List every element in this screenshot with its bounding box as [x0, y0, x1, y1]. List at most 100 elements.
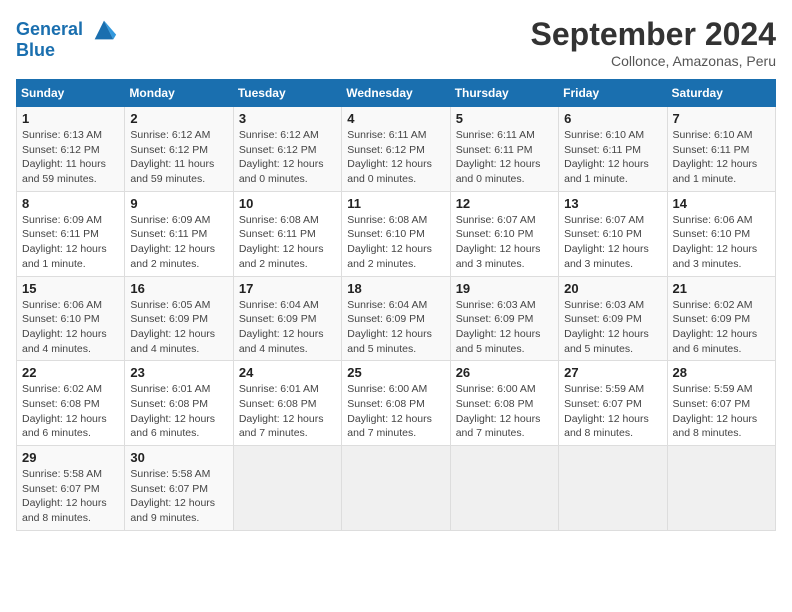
calendar-cell: 19 Sunrise: 6:03 AM Sunset: 6:09 PM Dayli…: [450, 276, 558, 361]
weekday-header-monday: Monday: [125, 80, 233, 107]
calendar-week-2: 8 Sunrise: 6:09 AM Sunset: 6:11 PM Daylig…: [17, 191, 776, 276]
day-info: Sunrise: 6:04 AM Sunset: 6:09 PM Dayligh…: [347, 298, 444, 357]
day-info: Sunrise: 6:07 AM Sunset: 6:10 PM Dayligh…: [456, 213, 553, 272]
day-info: Sunrise: 5:59 AM Sunset: 6:07 PM Dayligh…: [564, 382, 661, 441]
calendar-cell: 8 Sunrise: 6:09 AM Sunset: 6:11 PM Daylig…: [17, 191, 125, 276]
calendar-cell: 21 Sunrise: 6:02 AM Sunset: 6:09 PM Dayli…: [667, 276, 775, 361]
day-info: Sunrise: 6:08 AM Sunset: 6:11 PM Dayligh…: [239, 213, 336, 272]
calendar-week-1: 1Sunrise: 6:13 AM Sunset: 6:12 PM Daylig…: [17, 107, 776, 192]
day-number: 8: [22, 196, 119, 211]
calendar-cell: 29 Sunrise: 5:58 AM Sunset: 6:07 PM Dayli…: [17, 446, 125, 531]
calendar-cell: 2 Sunrise: 6:12 AM Sunset: 6:12 PM Daylig…: [125, 107, 233, 192]
calendar-cell: [559, 446, 667, 531]
location-subtitle: Collonce, Amazonas, Peru: [531, 53, 776, 69]
calendar-cell: 27 Sunrise: 5:59 AM Sunset: 6:07 PM Dayli…: [559, 361, 667, 446]
day-info: Sunrise: 6:00 AM Sunset: 6:08 PM Dayligh…: [456, 382, 553, 441]
day-info: Sunrise: 6:05 AM Sunset: 6:09 PM Dayligh…: [130, 298, 227, 357]
day-number: 23: [130, 365, 227, 380]
day-number: 1: [22, 111, 119, 126]
calendar-cell: 6 Sunrise: 6:10 AM Sunset: 6:11 PM Daylig…: [559, 107, 667, 192]
calendar-cell: 7 Sunrise: 6:10 AM Sunset: 6:11 PM Daylig…: [667, 107, 775, 192]
day-number: 5: [456, 111, 553, 126]
weekday-header-sunday: Sunday: [17, 80, 125, 107]
calendar-cell: 11 Sunrise: 6:08 AM Sunset: 6:10 PM Dayli…: [342, 191, 450, 276]
calendar-cell: 26Sunrise: 6:00 AM Sunset: 6:08 PM Dayli…: [450, 361, 558, 446]
day-number: 4: [347, 111, 444, 126]
day-number: 20: [564, 281, 661, 296]
day-info: Sunrise: 6:00 AM Sunset: 6:08 PM Dayligh…: [347, 382, 444, 441]
day-info: Sunrise: 6:11 AM Sunset: 6:11 PM Dayligh…: [456, 128, 553, 187]
weekday-header-saturday: Saturday: [667, 80, 775, 107]
calendar-cell: 16Sunrise: 6:05 AM Sunset: 6:09 PM Dayli…: [125, 276, 233, 361]
day-info: Sunrise: 6:02 AM Sunset: 6:09 PM Dayligh…: [673, 298, 770, 357]
day-info: Sunrise: 5:58 AM Sunset: 6:07 PM Dayligh…: [22, 467, 119, 526]
day-info: Sunrise: 6:06 AM Sunset: 6:10 PM Dayligh…: [673, 213, 770, 272]
day-info: Sunrise: 6:06 AM Sunset: 6:10 PM Dayligh…: [22, 298, 119, 357]
day-number: 12: [456, 196, 553, 211]
calendar-cell: 9Sunrise: 6:09 AM Sunset: 6:11 PM Daylig…: [125, 191, 233, 276]
calendar-cell: 25 Sunrise: 6:00 AM Sunset: 6:08 PM Dayli…: [342, 361, 450, 446]
day-number: 19: [456, 281, 553, 296]
day-number: 25: [347, 365, 444, 380]
day-info: Sunrise: 6:10 AM Sunset: 6:11 PM Dayligh…: [564, 128, 661, 187]
calendar-cell: 15 Sunrise: 6:06 AM Sunset: 6:10 PM Dayli…: [17, 276, 125, 361]
day-number: 29: [22, 450, 119, 465]
day-number: 2: [130, 111, 227, 126]
weekday-header-friday: Friday: [559, 80, 667, 107]
day-info: Sunrise: 5:58 AM Sunset: 6:07 PM Dayligh…: [130, 467, 227, 526]
day-number: 11: [347, 196, 444, 211]
day-number: 24: [239, 365, 336, 380]
calendar-cell: [342, 446, 450, 531]
calendar-cell: 22Sunrise: 6:02 AM Sunset: 6:08 PM Dayli…: [17, 361, 125, 446]
day-info: Sunrise: 6:01 AM Sunset: 6:08 PM Dayligh…: [239, 382, 336, 441]
calendar-cell: 18 Sunrise: 6:04 AM Sunset: 6:09 PM Dayli…: [342, 276, 450, 361]
calendar-cell: 28 Sunrise: 5:59 AM Sunset: 6:07 PM Dayli…: [667, 361, 775, 446]
weekday-header-thursday: Thursday: [450, 80, 558, 107]
calendar-cell: 10 Sunrise: 6:08 AM Sunset: 6:11 PM Dayli…: [233, 191, 341, 276]
calendar-cell: 20 Sunrise: 6:03 AM Sunset: 6:09 PM Dayli…: [559, 276, 667, 361]
logo: General Blue: [16, 16, 118, 61]
calendar-cell: [450, 446, 558, 531]
calendar-cell: 3 Sunrise: 6:12 AM Sunset: 6:12 PM Daylig…: [233, 107, 341, 192]
title-block: September 2024 Collonce, Amazonas, Peru: [531, 16, 776, 69]
day-info: Sunrise: 6:03 AM Sunset: 6:09 PM Dayligh…: [564, 298, 661, 357]
calendar-week-3: 15 Sunrise: 6:06 AM Sunset: 6:10 PM Dayli…: [17, 276, 776, 361]
day-number: 7: [673, 111, 770, 126]
day-number: 18: [347, 281, 444, 296]
calendar-cell: 4Sunrise: 6:11 AM Sunset: 6:12 PM Daylig…: [342, 107, 450, 192]
day-info: Sunrise: 6:12 AM Sunset: 6:12 PM Dayligh…: [239, 128, 336, 187]
calendar-week-5: 29 Sunrise: 5:58 AM Sunset: 6:07 PM Dayli…: [17, 446, 776, 531]
day-number: 3: [239, 111, 336, 126]
calendar-cell: 12 Sunrise: 6:07 AM Sunset: 6:10 PM Dayli…: [450, 191, 558, 276]
day-info: Sunrise: 6:09 AM Sunset: 6:11 PM Dayligh…: [22, 213, 119, 272]
day-number: 15: [22, 281, 119, 296]
day-info: Sunrise: 6:01 AM Sunset: 6:08 PM Dayligh…: [130, 382, 227, 441]
day-info: Sunrise: 6:12 AM Sunset: 6:12 PM Dayligh…: [130, 128, 227, 187]
calendar-cell: 13Sunrise: 6:07 AM Sunset: 6:10 PM Dayli…: [559, 191, 667, 276]
calendar-table: SundayMondayTuesdayWednesdayThursdayFrid…: [16, 79, 776, 531]
day-info: Sunrise: 6:03 AM Sunset: 6:09 PM Dayligh…: [456, 298, 553, 357]
calendar-cell: 23 Sunrise: 6:01 AM Sunset: 6:08 PM Dayli…: [125, 361, 233, 446]
day-number: 10: [239, 196, 336, 211]
calendar-week-4: 22Sunrise: 6:02 AM Sunset: 6:08 PM Dayli…: [17, 361, 776, 446]
day-info: Sunrise: 5:59 AM Sunset: 6:07 PM Dayligh…: [673, 382, 770, 441]
calendar-cell: [233, 446, 341, 531]
weekday-header-tuesday: Tuesday: [233, 80, 341, 107]
weekday-header-wednesday: Wednesday: [342, 80, 450, 107]
day-number: 14: [673, 196, 770, 211]
calendar-cell: 24 Sunrise: 6:01 AM Sunset: 6:08 PM Dayli…: [233, 361, 341, 446]
day-number: 28: [673, 365, 770, 380]
day-number: 27: [564, 365, 661, 380]
day-info: Sunrise: 6:04 AM Sunset: 6:09 PM Dayligh…: [239, 298, 336, 357]
day-info: Sunrise: 6:10 AM Sunset: 6:11 PM Dayligh…: [673, 128, 770, 187]
day-number: 17: [239, 281, 336, 296]
day-number: 13: [564, 196, 661, 211]
day-number: 6: [564, 111, 661, 126]
day-info: Sunrise: 6:02 AM Sunset: 6:08 PM Dayligh…: [22, 382, 119, 441]
header-row: SundayMondayTuesdayWednesdayThursdayFrid…: [17, 80, 776, 107]
day-info: Sunrise: 6:08 AM Sunset: 6:10 PM Dayligh…: [347, 213, 444, 272]
calendar-cell: 1Sunrise: 6:13 AM Sunset: 6:12 PM Daylig…: [17, 107, 125, 192]
day-number: 21: [673, 281, 770, 296]
day-number: 9: [130, 196, 227, 211]
day-number: 30: [130, 450, 227, 465]
